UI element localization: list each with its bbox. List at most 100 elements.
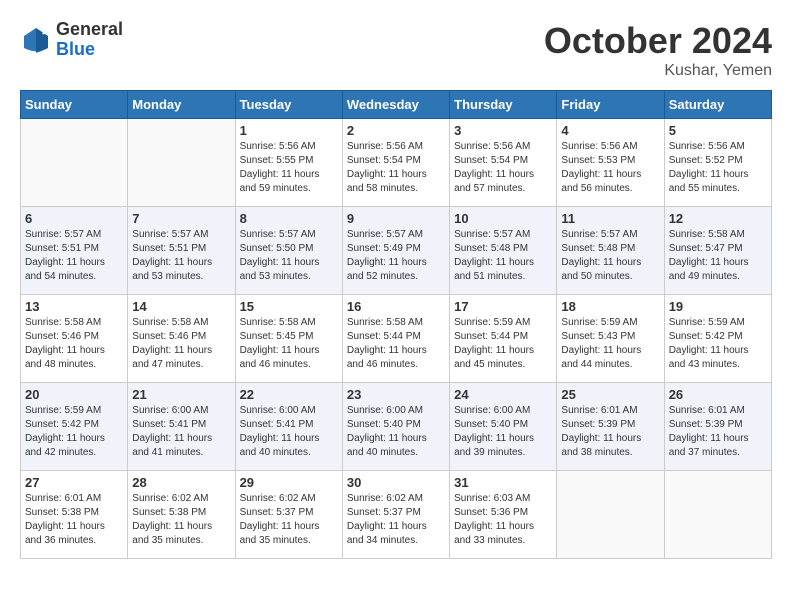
day-info: Sunrise: 6:02 AMSunset: 5:37 PMDaylight:…: [347, 492, 445, 548]
day-number: 31: [454, 475, 552, 490]
day-number: 2: [347, 123, 445, 138]
calendar-cell: 29 Sunrise: 6:02 AMSunset: 5:37 PMDayligh…: [235, 471, 342, 559]
calendar-cell: 19 Sunrise: 5:59 AMSunset: 5:42 PMDayligh…: [664, 295, 771, 383]
calendar-cell: 6Sunrise: 5:57 AMSunset: 5:51 PMDaylight…: [21, 207, 128, 295]
day-info: Sunrise: 5:57 AMSunset: 5:51 PMDaylight:…: [25, 228, 123, 284]
title-area: October 2024 Kushar, Yemen: [544, 20, 772, 80]
calendar-cell: 11 Sunrise: 5:57 AMSunset: 5:48 PMDayligh…: [557, 207, 664, 295]
day-info: Sunrise: 5:57 AMSunset: 5:50 PMDaylight:…: [240, 228, 338, 284]
day-info: Sunrise: 5:56 AMSunset: 5:55 PMDaylight:…: [240, 140, 338, 196]
header-row: SundayMondayTuesdayWednesdayThursdayFrid…: [21, 91, 772, 119]
day-info: Sunrise: 5:58 AMSunset: 5:46 PMDaylight:…: [25, 316, 123, 372]
logo: General Blue: [20, 20, 123, 60]
header-cell-thursday: Thursday: [450, 91, 557, 119]
month-title: October 2024: [544, 20, 772, 62]
location: Kushar, Yemen: [544, 62, 772, 80]
day-info: Sunrise: 5:58 AMSunset: 5:44 PMDaylight:…: [347, 316, 445, 372]
calendar-cell: 14 Sunrise: 5:58 AMSunset: 5:46 PMDayligh…: [128, 295, 235, 383]
header-cell-monday: Monday: [128, 91, 235, 119]
calendar-cell: 28 Sunrise: 6:02 AMSunset: 5:38 PMDayligh…: [128, 471, 235, 559]
calendar-week-1: 1 Sunrise: 5:56 AMSunset: 5:55 PMDaylight…: [21, 119, 772, 207]
calendar-cell: 9 Sunrise: 5:57 AMSunset: 5:49 PMDaylight…: [342, 207, 449, 295]
calendar-body: 1 Sunrise: 5:56 AMSunset: 5:55 PMDaylight…: [21, 119, 772, 559]
day-info: Sunrise: 6:00 AMSunset: 5:40 PMDaylight:…: [454, 404, 552, 460]
day-info: Sunrise: 6:02 AMSunset: 5:38 PMDaylight:…: [132, 492, 230, 548]
calendar-cell: 12 Sunrise: 5:58 AMSunset: 5:47 PMDayligh…: [664, 207, 771, 295]
day-number: 9: [347, 211, 445, 226]
header-cell-friday: Friday: [557, 91, 664, 119]
calendar-week-2: 6Sunrise: 5:57 AMSunset: 5:51 PMDaylight…: [21, 207, 772, 295]
calendar-week-4: 20Sunrise: 5:59 AMSunset: 5:42 PMDayligh…: [21, 383, 772, 471]
day-number: 12: [669, 211, 767, 226]
day-number: 20: [25, 387, 123, 402]
day-number: 4: [561, 123, 659, 138]
calendar-cell: 22 Sunrise: 6:00 AMSunset: 5:41 PMDayligh…: [235, 383, 342, 471]
calendar-cell: 26Sunrise: 6:01 AMSunset: 5:39 PMDayligh…: [664, 383, 771, 471]
calendar-cell: [21, 119, 128, 207]
calendar-cell: [557, 471, 664, 559]
header-cell-sunday: Sunday: [21, 91, 128, 119]
calendar-week-3: 13 Sunrise: 5:58 AMSunset: 5:46 PMDayligh…: [21, 295, 772, 383]
calendar-cell: [128, 119, 235, 207]
day-info: Sunrise: 5:58 AMSunset: 5:45 PMDaylight:…: [240, 316, 338, 372]
day-info: Sunrise: 5:56 AMSunset: 5:54 PMDaylight:…: [347, 140, 445, 196]
calendar-cell: 4 Sunrise: 5:56 AMSunset: 5:53 PMDaylight…: [557, 119, 664, 207]
day-info: Sunrise: 6:02 AMSunset: 5:37 PMDaylight:…: [240, 492, 338, 548]
day-info: Sunrise: 6:00 AMSunset: 5:41 PMDaylight:…: [240, 404, 338, 460]
day-number: 8: [240, 211, 338, 226]
day-number: 22: [240, 387, 338, 402]
day-info: Sunrise: 5:57 AMSunset: 5:48 PMDaylight:…: [561, 228, 659, 284]
day-number: 29: [240, 475, 338, 490]
calendar-cell: 8 Sunrise: 5:57 AMSunset: 5:50 PMDaylight…: [235, 207, 342, 295]
day-info: Sunrise: 5:57 AMSunset: 5:48 PMDaylight:…: [454, 228, 552, 284]
day-number: 3: [454, 123, 552, 138]
day-number: 1: [240, 123, 338, 138]
day-number: 19: [669, 299, 767, 314]
day-number: 14: [132, 299, 230, 314]
header-cell-saturday: Saturday: [664, 91, 771, 119]
day-info: Sunrise: 6:01 AMSunset: 5:39 PMDaylight:…: [561, 404, 659, 460]
day-info: Sunrise: 5:56 AMSunset: 5:54 PMDaylight:…: [454, 140, 552, 196]
day-number: 28: [132, 475, 230, 490]
calendar-cell: 23 Sunrise: 6:00 AMSunset: 5:40 PMDayligh…: [342, 383, 449, 471]
calendar-week-5: 27Sunrise: 6:01 AMSunset: 5:38 PMDayligh…: [21, 471, 772, 559]
day-info: Sunrise: 5:57 AMSunset: 5:49 PMDaylight:…: [347, 228, 445, 284]
day-info: Sunrise: 6:00 AMSunset: 5:41 PMDaylight:…: [132, 404, 230, 460]
calendar: SundayMondayTuesdayWednesdayThursdayFrid…: [20, 90, 772, 559]
calendar-header: SundayMondayTuesdayWednesdayThursdayFrid…: [21, 91, 772, 119]
day-number: 5: [669, 123, 767, 138]
day-number: 27: [25, 475, 123, 490]
calendar-cell: 5 Sunrise: 5:56 AMSunset: 5:52 PMDaylight…: [664, 119, 771, 207]
calendar-cell: 16Sunrise: 5:58 AMSunset: 5:44 PMDayligh…: [342, 295, 449, 383]
day-number: 24: [454, 387, 552, 402]
day-info: Sunrise: 5:58 AMSunset: 5:47 PMDaylight:…: [669, 228, 767, 284]
calendar-cell: 31Sunrise: 6:03 AMSunset: 5:36 PMDayligh…: [450, 471, 557, 559]
day-number: 11: [561, 211, 659, 226]
day-info: Sunrise: 5:59 AMSunset: 5:42 PMDaylight:…: [669, 316, 767, 372]
calendar-cell: 30 Sunrise: 6:02 AMSunset: 5:37 PMDayligh…: [342, 471, 449, 559]
day-number: 15: [240, 299, 338, 314]
day-number: 30: [347, 475, 445, 490]
logo-blue: Blue: [56, 40, 123, 60]
header-cell-wednesday: Wednesday: [342, 91, 449, 119]
calendar-cell: 20Sunrise: 5:59 AMSunset: 5:42 PMDayligh…: [21, 383, 128, 471]
day-info: Sunrise: 6:00 AMSunset: 5:40 PMDaylight:…: [347, 404, 445, 460]
calendar-cell: 13 Sunrise: 5:58 AMSunset: 5:46 PMDayligh…: [21, 295, 128, 383]
header-cell-tuesday: Tuesday: [235, 91, 342, 119]
calendar-cell: 18Sunrise: 5:59 AMSunset: 5:43 PMDayligh…: [557, 295, 664, 383]
day-info: Sunrise: 5:56 AMSunset: 5:53 PMDaylight:…: [561, 140, 659, 196]
day-info: Sunrise: 5:57 AMSunset: 5:51 PMDaylight:…: [132, 228, 230, 284]
day-info: Sunrise: 5:58 AMSunset: 5:46 PMDaylight:…: [132, 316, 230, 372]
day-number: 21: [132, 387, 230, 402]
calendar-cell: 2 Sunrise: 5:56 AMSunset: 5:54 PMDaylight…: [342, 119, 449, 207]
day-info: Sunrise: 6:01 AMSunset: 5:39 PMDaylight:…: [669, 404, 767, 460]
calendar-cell: 1 Sunrise: 5:56 AMSunset: 5:55 PMDaylight…: [235, 119, 342, 207]
logo-icon: [20, 24, 52, 56]
day-number: 13: [25, 299, 123, 314]
day-info: Sunrise: 5:56 AMSunset: 5:52 PMDaylight:…: [669, 140, 767, 196]
calendar-cell: [664, 471, 771, 559]
day-number: 23: [347, 387, 445, 402]
calendar-cell: 17Sunrise: 5:59 AMSunset: 5:44 PMDayligh…: [450, 295, 557, 383]
day-info: Sunrise: 5:59 AMSunset: 5:43 PMDaylight:…: [561, 316, 659, 372]
logo-text: General Blue: [56, 20, 123, 60]
